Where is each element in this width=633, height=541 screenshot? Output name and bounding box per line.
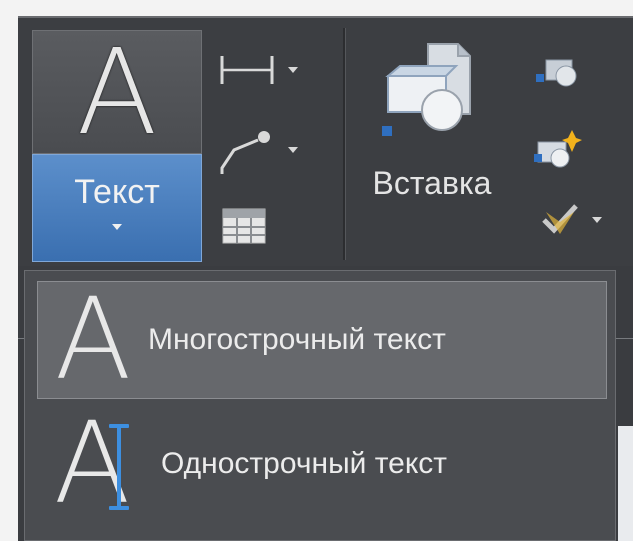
insert-button-label: Вставка <box>372 165 492 201</box>
text-cursor-top <box>109 424 129 428</box>
single-line-text-icon: A <box>37 408 147 520</box>
dimension-tool[interactable] <box>218 52 298 88</box>
menu-item-label: Многострочный текст <box>148 323 446 356</box>
table-icon <box>222 208 266 244</box>
menu-item-single-line-text[interactable]: A Однострочный текст <box>37 405 607 523</box>
multiline-text-icon: A <box>54 275 132 405</box>
leader-tool[interactable] <box>218 124 298 176</box>
edit-block-tool[interactable] <box>530 126 582 170</box>
text-button-top[interactable]: A <box>32 30 202 154</box>
menu-item-label: Однострочный текст <box>161 447 448 480</box>
edit-block-icon <box>534 130 582 168</box>
text-dropdown-menu: A Многострочный текст A Однострочный тек… <box>24 270 616 541</box>
table-tool[interactable] <box>222 208 266 244</box>
leader-icon <box>220 131 270 174</box>
text-split-button[interactable]: A Текст <box>32 30 202 262</box>
create-block-tool[interactable] <box>530 50 582 90</box>
large-letter-a-icon: A <box>76 23 158 161</box>
block-attributes-icon <box>542 204 578 234</box>
chevron-down-icon[interactable] <box>288 147 298 153</box>
create-block-icon <box>536 59 577 87</box>
block-attributes-tool[interactable] <box>540 200 602 240</box>
linear-dimension-icon <box>220 56 274 84</box>
chevron-down-icon[interactable] <box>592 217 602 223</box>
panel-separator <box>343 28 345 260</box>
text-cursor-bottom <box>109 506 129 510</box>
chevron-down-icon <box>112 224 122 230</box>
chevron-down-icon[interactable] <box>288 67 298 73</box>
text-cursor-icon <box>117 426 121 508</box>
drawing-area <box>618 426 633 541</box>
text-dropdown-button[interactable]: Текст <box>32 154 202 262</box>
insert-block-icon <box>382 43 471 136</box>
text-button-label: Текст <box>74 173 160 211</box>
menu-item-multiline-text[interactable]: A Многострочный текст <box>37 281 607 399</box>
insert-button[interactable]: Вставка <box>352 30 512 260</box>
